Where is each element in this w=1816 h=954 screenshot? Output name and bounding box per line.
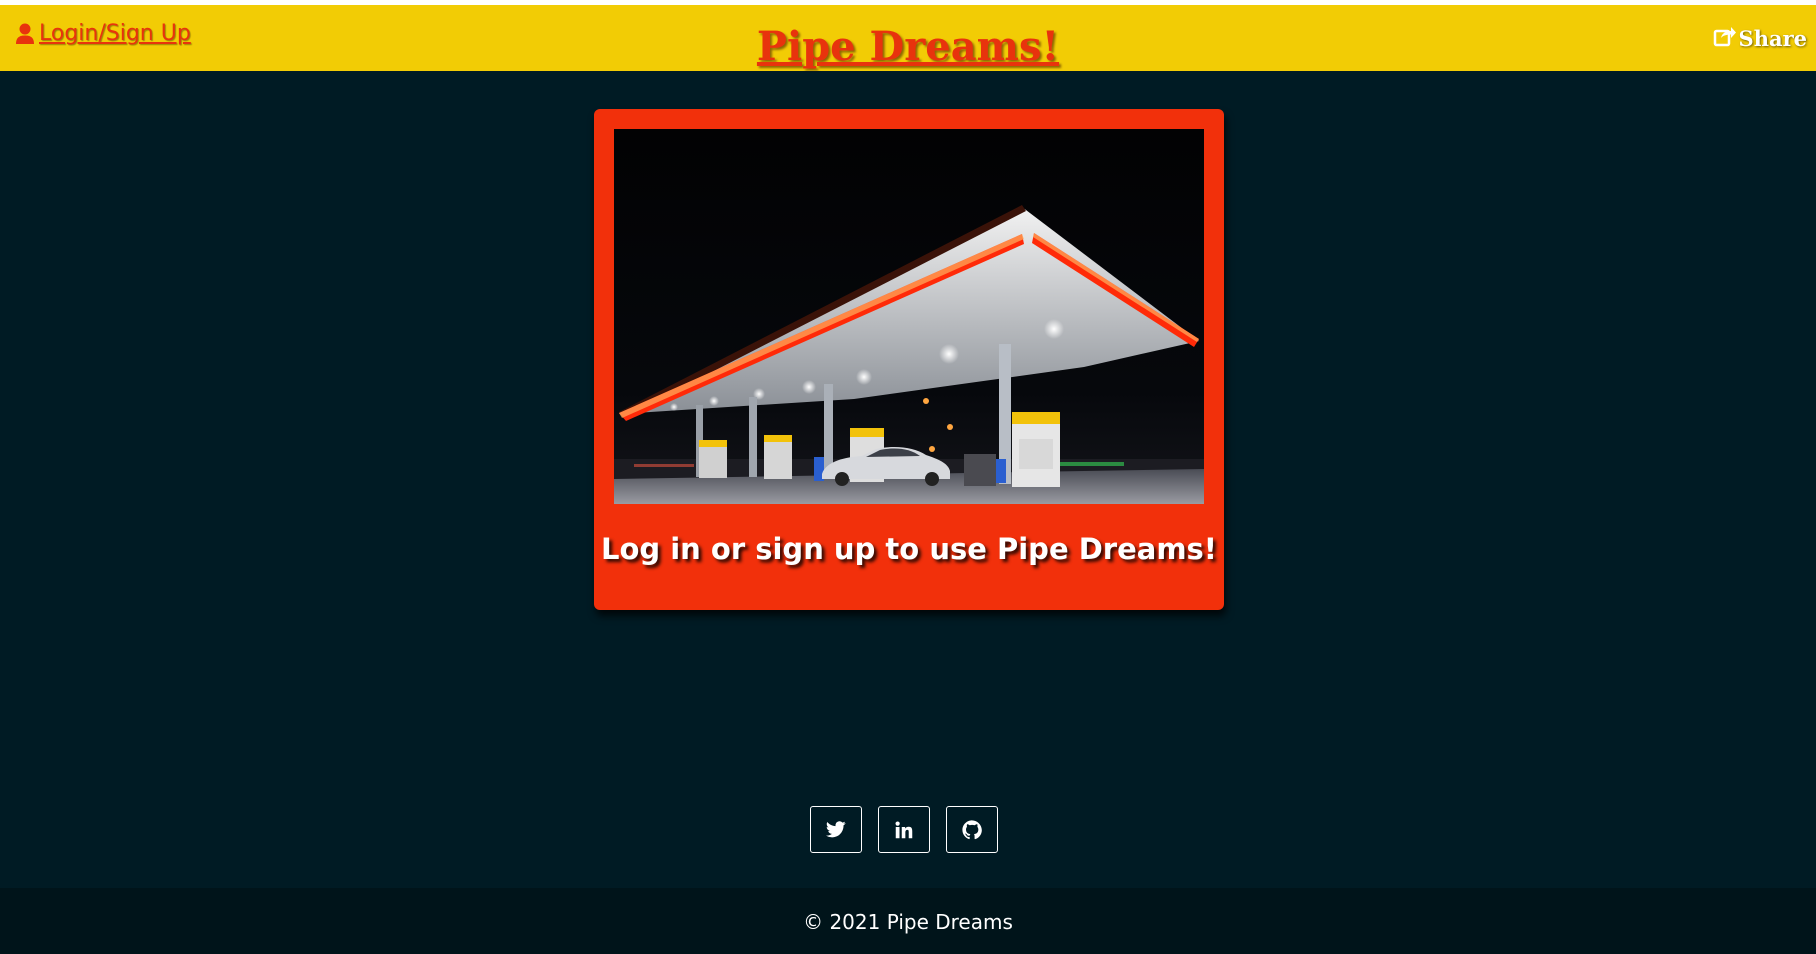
login-prompt-text: Log in or sign up to use Pipe Dreams! [600, 532, 1218, 566]
linkedin-icon [895, 821, 913, 839]
site-header: Login/Sign Up Pipe Dreams! Share [0, 5, 1816, 71]
github-button[interactable] [946, 806, 998, 853]
github-icon [962, 819, 982, 840]
twitter-button[interactable] [810, 806, 862, 853]
copyright-text: © 2021 Pipe Dreams [803, 910, 1013, 934]
social-links [0, 806, 1816, 853]
share-icon [1713, 25, 1737, 52]
site-footer: © 2021 Pipe Dreams [0, 888, 1816, 954]
twitter-icon [826, 821, 846, 838]
site-title[interactable]: Pipe Dreams! [0, 23, 1816, 71]
login-prompt-card: Log in or sign up to use Pipe Dreams! [594, 109, 1224, 610]
linkedin-button[interactable] [878, 806, 930, 853]
share-label: Share [1738, 26, 1807, 51]
share-button[interactable]: Share [1713, 25, 1807, 52]
gas-station-image [614, 129, 1204, 504]
